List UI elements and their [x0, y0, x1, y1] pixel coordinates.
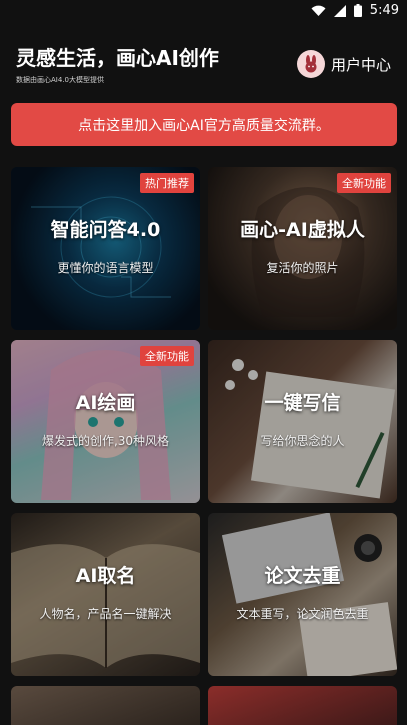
card-desc: 复活你的照片	[266, 261, 339, 275]
cellular-signal-icon	[333, 4, 346, 17]
status-icons: 5:49	[311, 3, 399, 18]
card-overlay	[208, 513, 397, 676]
card-title: AI取名	[75, 565, 136, 587]
status-time: 5:49	[369, 3, 399, 18]
card-write-letter[interactable]: 一键写信 写给你思念的人	[208, 340, 397, 503]
card-title: 智能问答4.0	[50, 219, 161, 241]
status-bar: 5:49	[0, 0, 407, 22]
rabbit-icon	[305, 55, 317, 73]
battery-icon	[353, 4, 362, 17]
card-overlay	[208, 340, 397, 503]
card-virtual-human[interactable]: 全新功能 画心-AI虚拟人 复活你的照片	[208, 167, 397, 330]
card-desc: 写给你思念的人	[260, 434, 345, 448]
card-desc: 更懂你的语言模型	[57, 261, 154, 275]
card-desc: 人物名，产品名一键解决	[39, 607, 172, 621]
card-badge: 全新功能	[337, 173, 391, 193]
card-title: 画心-AI虚拟人	[240, 219, 365, 241]
app-header: 灵感生活，画心AI创作 数据由画心AI4.0大模型提供 用户中心	[16, 46, 391, 90]
user-center-label: 用户中心	[330, 55, 391, 74]
join-group-banner[interactable]: 点击这里加入画心AI官方高质量交流群。	[11, 103, 397, 146]
wifi-icon	[311, 5, 326, 16]
card-title: AI绘画	[75, 392, 136, 414]
card-partial-right[interactable]	[208, 686, 397, 725]
user-center-button[interactable]: 用户中心	[296, 50, 391, 78]
banner-text: 点击这里加入画心AI官方高质量交流群。	[78, 117, 330, 134]
feature-grid: 热门推荐 智能问答4.0 更懂你的语言模型 全新功能 画心-AI虚拟人 复活你的…	[11, 167, 397, 676]
card-overlay	[11, 513, 200, 676]
card-title: 论文去重	[264, 565, 341, 587]
card-desc: 爆发式的创作,30种风格	[41, 434, 170, 448]
card-badge: 热门推荐	[140, 173, 194, 193]
card-badge: 全新功能	[140, 346, 194, 366]
avatar	[296, 50, 325, 78]
card-ai-naming[interactable]: AI取名 人物名，产品名一键解决	[11, 513, 200, 676]
card-desc: 文本重写，论文润色去重	[236, 607, 369, 621]
card-partial-left[interactable]	[11, 686, 200, 725]
card-ai-painting[interactable]: 全新功能 AI绘画 爆发式的创作,30种风格	[11, 340, 200, 503]
card-paper-dedup[interactable]: 论文去重 文本重写，论文润色去重	[208, 513, 397, 676]
card-smart-qa[interactable]: 热门推荐 智能问答4.0 更懂你的语言模型	[11, 167, 200, 330]
card-title: 一键写信	[264, 392, 341, 414]
